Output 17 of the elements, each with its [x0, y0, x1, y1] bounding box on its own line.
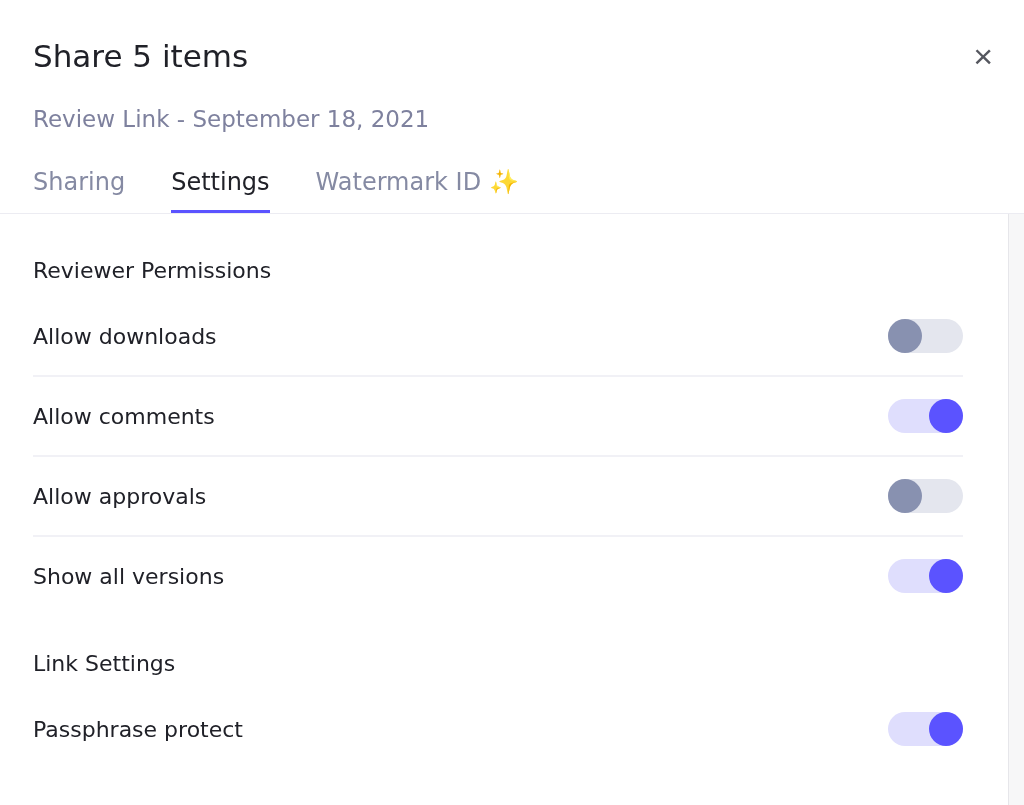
section-heading: Link Settings: [33, 651, 177, 676]
toggle-switch[interactable]: [888, 559, 963, 593]
toggle-switch[interactable]: [888, 319, 963, 353]
setting-label: Show all versions: [33, 563, 225, 589]
setting-label: Allow downloads: [33, 323, 217, 349]
dialog-title: Share 5 items: [33, 38, 249, 74]
scrollbar-track[interactable]: [1008, 214, 1024, 805]
setting-label: Allow approvals: [33, 483, 207, 509]
toggle-switch[interactable]: [888, 479, 963, 513]
setting-label: Passphrase protect: [33, 716, 243, 742]
setting-label: Allow comments: [33, 403, 215, 429]
close-button[interactable]: ×: [973, 39, 993, 73]
tab[interactable]: Settings: [171, 168, 270, 213]
section-heading: Reviewer Permissions: [33, 258, 273, 283]
toggle-switch[interactable]: [888, 712, 963, 746]
toggle-switch[interactable]: [888, 399, 963, 433]
dialog-subtitle: Review Link - September 18, 2021: [33, 106, 431, 132]
